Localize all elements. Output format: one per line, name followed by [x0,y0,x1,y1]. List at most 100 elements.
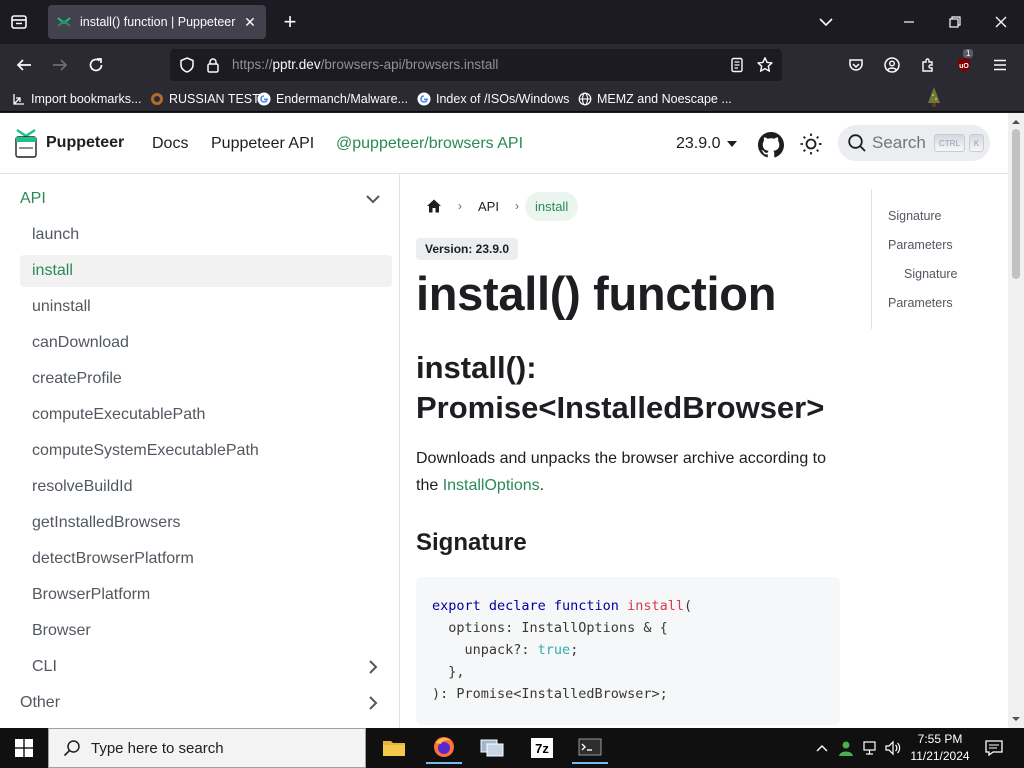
lock-icon[interactable] [204,56,222,74]
chevron-right-icon[interactable] [364,658,382,676]
tab-list-button[interactable] [6,10,32,34]
account-icon [884,57,900,73]
extensions-button[interactable] [917,54,939,76]
action-center-button[interactable] [982,732,1006,764]
back-button[interactable] [13,54,35,76]
start-button[interactable] [0,728,48,768]
forward-button[interactable] [49,54,71,76]
bookmark-label: RUSSIAN TEST [169,92,260,106]
chevron-down-icon[interactable] [364,190,382,208]
account-button[interactable] [881,54,903,76]
tab-close-icon[interactable]: ✕ [242,14,258,31]
toc-link-parameters-2[interactable]: Parameters [888,296,953,310]
address-bar[interactable]: https://pptr.dev/browsers-api/browsers.i… [170,49,782,81]
sidebar-item-install[interactable]: install [20,255,392,287]
sidebar-category-api[interactable]: API [20,183,392,215]
taskbar-clock[interactable]: 7:55 PM 11/21/2024 [908,731,972,765]
sidebar-item-getinstalledbrowsers[interactable]: getInstalledBrowsers [20,507,392,539]
sidebar-item-browser[interactable]: Browser [20,615,392,647]
minimize-icon[interactable] [898,11,920,33]
app-menu-button[interactable] [989,54,1011,76]
description-text: . [539,477,545,494]
reader-view-icon[interactable] [728,56,746,74]
bookmark-russian-test[interactable]: RUSSIAN TEST [150,90,260,108]
chevron-right-icon[interactable] [364,694,382,712]
list-all-tabs-chevron-icon[interactable] [815,11,837,33]
toc-link-signature-nested[interactable]: Signature [904,267,958,281]
home-icon [427,199,441,213]
sidebar-item-uninstall[interactable]: uninstall [20,291,392,323]
bookmark-label: Index of /ISOs/Windows [436,92,570,106]
pocket-icon [849,59,863,71]
bookmark-import[interactable]: Import bookmarks... [12,90,141,108]
scrollbar-thumb[interactable] [1012,129,1020,279]
nav-docs-link[interactable]: Docs [152,135,188,153]
bookmark-index-isos[interactable]: Index of /ISOs/Windows [417,90,569,108]
sidebar-item-launch[interactable]: launch [20,219,392,251]
ublock-origin-button[interactable]: uO 1 [953,49,975,76]
breadcrumb-api[interactable]: API [468,192,509,221]
sidebar-item-cli[interactable]: CLI [20,651,392,683]
sidebar-item-createprofile[interactable]: createProfile [20,363,392,395]
installoptions-link[interactable]: InstallOptions [443,477,540,494]
tray-network-icon[interactable] [860,732,882,764]
breadcrumb-separator: › [458,199,462,213]
reload-icon [89,58,103,72]
reload-button[interactable] [85,54,107,76]
nav-browsers-api-link[interactable]: @puppeteer/browsers API [336,135,523,153]
tracking-protection-shield-icon[interactable] [178,56,196,74]
signature-heading-line: install(): [416,350,537,385]
navigation-toolbar: https://pptr.dev/browsers-api/browsers.i… [0,44,1024,86]
pocket-button[interactable] [845,54,867,76]
toc-link-parameters[interactable]: Parameters [888,238,953,252]
taskbar-app-screens[interactable] [474,732,510,764]
scroll-down-arrow-icon[interactable] [1008,712,1024,726]
taskbar-search-box[interactable]: Type here to search [48,728,366,768]
sidebar-item-detectbrowserplatform[interactable]: detectBrowserPlatform [20,543,392,575]
taskbar-file-explorer[interactable] [376,732,412,764]
github-link[interactable] [758,132,784,163]
nav-puppeteer-api-link[interactable]: Puppeteer API [211,135,314,153]
scroll-up-arrow-icon[interactable] [1008,115,1024,129]
active-tab[interactable]: install() function | Puppeteer ✕ [48,5,266,39]
toc-link-signature[interactable]: Signature [888,209,942,223]
section-heading-signature: Signature [416,529,527,556]
site-logo-link[interactable]: Puppeteer [14,127,124,159]
sidebar-item-computesystemexecutablepath[interactable]: computeSystemExecutablePath [20,435,392,467]
sidebar-item-candownload[interactable]: canDownload [20,327,392,359]
restore-icon[interactable] [944,11,966,33]
sidebar-item-resolvebuildid[interactable]: resolveBuildId [20,471,392,503]
new-tab-button[interactable]: + [280,11,300,33]
bookmark-memz[interactable]: MEMZ and Noescape ... [578,90,732,108]
docsearch-button[interactable]: CTRL K [838,125,990,161]
search-input[interactable] [872,133,934,153]
close-window-icon[interactable] [990,11,1012,33]
breadcrumb-home[interactable] [416,191,452,222]
search-icon [63,740,80,757]
breadcrumb: › API › install [416,191,579,222]
bookmark-star-icon[interactable] [756,56,774,74]
windows-taskbar: Type here to search 7z 7:55 PM 11/21/202… [0,728,1024,768]
terminal-icon [578,738,602,756]
show-hidden-icons-button[interactable] [812,732,832,764]
tray-volume-icon[interactable] [882,732,904,764]
theme-toggle-button[interactable] [799,132,823,161]
notification-icon [985,740,1003,757]
version-dropdown[interactable]: 23.9.0 [676,135,738,153]
sidebar-item-computeexecutablepath[interactable]: computeExecutablePath [20,399,392,431]
sidebar-item-label: CLI [32,658,57,675]
code-text: ; [570,642,579,658]
sidebar-category-label: Other [20,694,61,711]
taskbar-firefox[interactable] [426,732,462,764]
tray-people-icon[interactable] [836,732,856,764]
windows-logo-icon [15,739,33,757]
page-scrollbar[interactable] [1008,113,1024,728]
extension-badge-count: 1 [963,49,974,58]
ctrl-key-hint: CTRL [934,134,965,152]
sidebar-category-other[interactable]: Other [20,687,392,719]
google-icon [417,92,431,106]
bookmark-endermanch[interactable]: Endermanch/Malware... [257,90,408,108]
sidebar-item-browserplatform[interactable]: BrowserPlatform [20,579,392,611]
taskbar-terminal[interactable] [572,732,608,764]
taskbar-7zip[interactable]: 7z [524,732,560,764]
